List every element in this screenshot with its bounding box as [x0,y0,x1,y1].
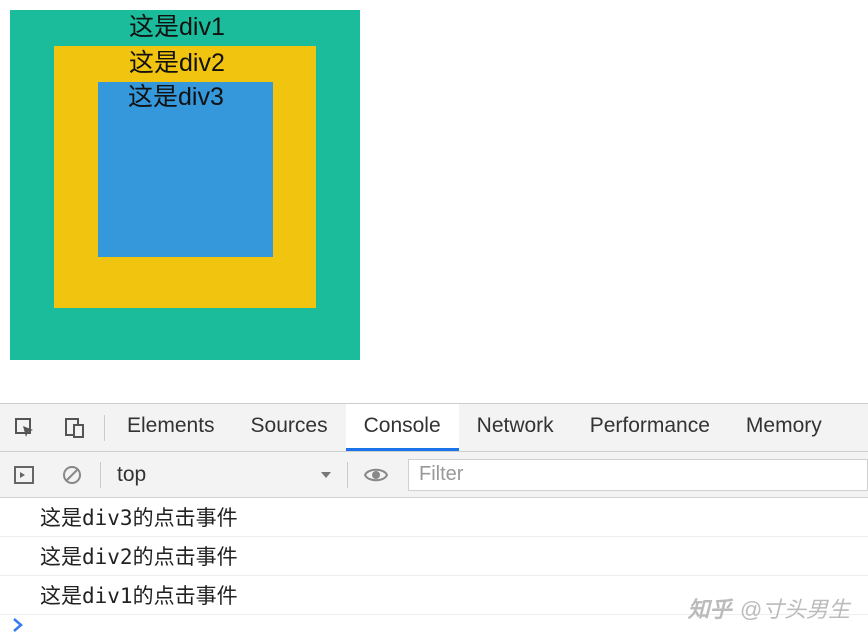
chevron-down-icon [319,468,333,482]
console-toolbar: top [0,452,868,498]
devtools-tab-bar: Elements Sources Console Network Perform… [0,404,868,452]
console-prompt[interactable] [0,615,868,635]
context-label: top [117,463,146,487]
eye-icon[interactable] [352,452,400,497]
console-log-row: 这是div3的点击事件 [0,498,868,537]
tab-sources[interactable]: Sources [233,404,346,451]
tab-performance[interactable]: Performance [572,404,728,451]
console-log-row: 这是div1的点击事件 [0,576,868,615]
div2-label: 这是div2 [54,46,316,80]
tab-memory[interactable]: Memory [728,404,840,451]
console-output: 这是div3的点击事件 这是div2的点击事件 这是div1的点击事件 [0,498,868,635]
filter-input[interactable] [408,459,868,491]
div3[interactable]: 这是div3 [98,82,273,257]
clear-console-icon[interactable] [48,452,96,497]
separator [104,415,105,441]
tab-console[interactable]: Console [346,404,459,451]
sidebar-toggle-icon[interactable] [0,452,48,497]
prompt-chevron-icon [12,617,24,633]
context-selector[interactable]: top [105,452,343,497]
console-log-row: 这是div2的点击事件 [0,537,868,576]
div1[interactable]: 这是div1 这是div2 这是div3 [10,10,360,360]
tab-elements[interactable]: Elements [109,404,233,451]
div2[interactable]: 这是div2 这是div3 [54,46,316,308]
div3-label: 这是div3 [98,80,273,114]
tab-network[interactable]: Network [459,404,572,451]
inspect-icon[interactable] [0,404,50,451]
separator [347,462,348,488]
div1-label: 这是div1 [10,10,360,44]
separator [100,462,101,488]
page-content: 这是div1 这是div2 这是div3 [0,0,868,403]
device-toggle-icon[interactable] [50,404,100,451]
devtools-panel: Elements Sources Console Network Perform… [0,403,868,635]
